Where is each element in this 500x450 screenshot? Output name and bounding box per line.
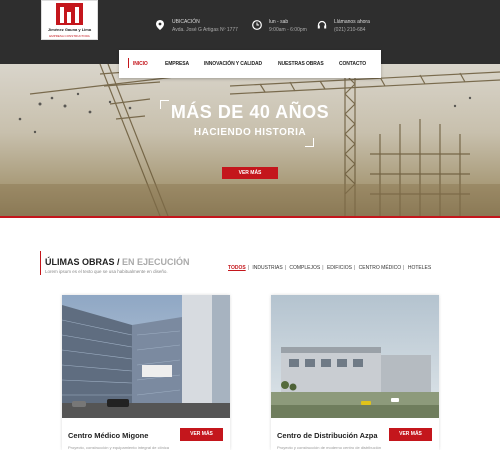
nav-item-innovacion[interactable]: INNOVACIÓN Y CALIDAD: [204, 61, 262, 67]
active-indicator: [128, 58, 129, 68]
project-image[interactable]: [62, 295, 230, 418]
nav-item-contacto[interactable]: CONTACTO: [339, 61, 366, 67]
contact-phone: Llámanos ahora (021) 210-684: [317, 18, 370, 34]
logo-mark-icon: [56, 3, 83, 25]
project-filters: TODOS | INDUSTRIAS | COMPLEJOS | EDIFICIOS |…: [228, 265, 432, 271]
logo-name: Jiménez Gauna y Lima: [47, 27, 92, 32]
contact-phone-value: (021) 210-684: [334, 27, 366, 33]
section-title: ÚLIMAS OBRAS / EN EJECUCIÓN: [45, 257, 190, 267]
project-title: Centro de Distribución Azpa: [277, 431, 378, 440]
project-description: Proyecto y construcción de moderno centr…: [277, 445, 382, 450]
filter-hoteles[interactable]: HOTELES: [408, 265, 431, 271]
clock-icon: [252, 20, 262, 30]
nav-item-obras[interactable]: NUESTRAS OBRAS: [278, 61, 324, 67]
section-accent-bar: [40, 251, 41, 275]
company-logo[interactable]: Jiménez Gauna y Lima EMPRESA CONSTRUCTOR…: [41, 0, 98, 40]
contact-phone-label: Llámanos ahora: [334, 19, 370, 25]
filter-todos[interactable]: TODOS: [228, 265, 246, 271]
headset-icon: [317, 20, 327, 30]
section-title-accent: EN EJECUCIÓN: [119, 257, 190, 267]
project-ver-mas-button[interactable]: VER MÁS: [180, 428, 223, 441]
contact-hours-label: lun - sab: [269, 19, 289, 25]
project-card[interactable]: Centro Médico Migone VER MÁS Proyecto, c…: [62, 295, 230, 450]
contact-location-value: Avda. José G Artigas Nº 1777: [172, 27, 238, 33]
project-image[interactable]: [271, 295, 439, 418]
filter-complejos[interactable]: COMPLEJOS: [289, 265, 320, 271]
contact-hours: lun - sab 9:00am - 6:00pm: [252, 18, 307, 34]
contact-location-label: UBICACIÓN: [172, 19, 200, 25]
logo-tagline: EMPRESA CONSTRUCTORA: [49, 34, 90, 38]
filter-centro-medico[interactable]: CENTRO MÉDICO: [359, 265, 402, 271]
hero-subtitle: HACIENDO HISTORIA: [193, 127, 307, 138]
project-card[interactable]: Centro de Distribución Azpa VER MÁS Proy…: [271, 295, 439, 450]
hero-ver-mas-button[interactable]: VER MÁS: [222, 167, 278, 179]
project-ver-mas-button[interactable]: VER MÁS: [389, 428, 432, 441]
hero-corner-bottom-right: [305, 138, 314, 147]
section-description: Lorem ipsum es el texto que se usa habit…: [45, 269, 168, 274]
section-title-main: ÚLIMAS OBRAS: [45, 257, 115, 267]
main-nav: INICIO EMPRESA INNOVACIÓN Y CALIDAD NUES…: [119, 50, 381, 78]
project-title: Centro Médico Migone: [68, 431, 149, 440]
filter-edificios[interactable]: EDIFICIOS: [327, 265, 352, 271]
hero-background-image: [0, 64, 500, 216]
contact-hours-value: 9:00am - 6:00pm: [269, 27, 307, 33]
hero-banner: MÁS DE 40 AÑOS HACIENDO HISTORIA VER MÁS: [0, 64, 500, 216]
hero-bottom-divider: [0, 216, 500, 218]
nav-item-inicio[interactable]: INICIO: [133, 61, 148, 67]
project-description: Proyecto, construcción y equipamiento in…: [68, 445, 169, 450]
hero-title: MÁS DE 40 AÑOS: [170, 102, 330, 122]
nav-item-empresa[interactable]: EMPRESA: [165, 61, 189, 67]
filter-industrias[interactable]: INDUSTRIAS: [252, 265, 282, 271]
contact-location: UBICACIÓN Avda. José G Artigas Nº 1777: [156, 18, 238, 34]
location-pin-icon: [155, 20, 165, 30]
